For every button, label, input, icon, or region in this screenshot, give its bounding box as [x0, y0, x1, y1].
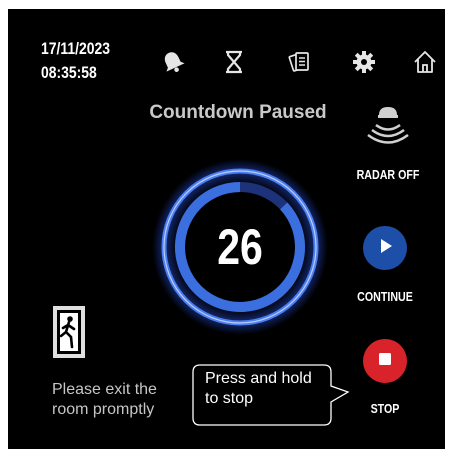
stop-icon — [377, 351, 393, 372]
play-icon — [376, 237, 394, 260]
radar-status-label: RADAR OFF — [356, 167, 420, 182]
stop-label: STOP — [370, 401, 400, 416]
emergency-exit-icon — [51, 304, 87, 360]
device-screen: 17/11/2023 08:35:58 Countdown Paused RAD… — [8, 9, 445, 449]
radar-icon[interactable] — [366, 101, 410, 149]
continue-label: CONTINUE — [357, 289, 413, 304]
countdown-ring: 26 — [152, 159, 328, 335]
stop-button[interactable] — [363, 339, 407, 383]
home-icon[interactable] — [412, 49, 438, 75]
hint-line-2: to stop — [205, 390, 254, 407]
gear-icon[interactable] — [351, 49, 377, 75]
exit-line-1: Please exit the — [52, 381, 157, 398]
documents-icon[interactable] — [287, 49, 313, 75]
continue-button[interactable] — [363, 226, 407, 270]
bell-icon[interactable] — [160, 49, 186, 75]
time-display: 08:35:58 — [41, 63, 97, 82]
hint-text: Press and hold to stop — [205, 369, 335, 409]
countdown-status-title: Countdown Paused — [149, 102, 327, 123]
hourglass-icon[interactable] — [221, 49, 247, 75]
date-display: 17/11/2023 — [41, 39, 111, 58]
exit-instruction: Please exit the room promptly — [52, 380, 182, 420]
countdown-value: 26 — [217, 219, 263, 275]
exit-line-2: room promptly — [52, 401, 155, 418]
hint-line-1: Press and hold — [205, 370, 312, 387]
